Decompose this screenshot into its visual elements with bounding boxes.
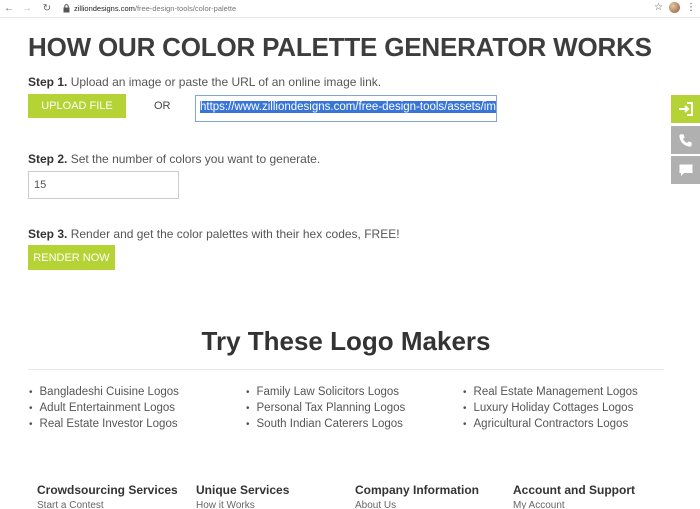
step1-instruction: Step 1. Upload an image or paste the URL… [28,75,381,89]
logo-list-column-1: Bangladeshi Cuisine Logos Adult Entertai… [29,384,179,432]
browser-toolbar: ← → ↻ zilliondesigns.com/free-design-too… [0,0,700,18]
step2-text: Set the number of colors you want to gen… [70,152,321,166]
url-path: /free-design-tools/color-palette [134,4,237,13]
upload-file-button[interactable]: UPLOAD FILE [28,94,126,118]
star-icon[interactable]: ☆ [654,2,663,13]
footer-link[interactable]: My Account [513,500,635,509]
logo-link[interactable]: Family Law Solicitors Logos [246,384,405,400]
logo-link[interactable]: Agricultural Contractors Logos [463,416,638,432]
forward-arrow-icon[interactable]: → [20,2,34,16]
logo-link[interactable]: Real Estate Investor Logos [29,416,179,432]
footer-column-unique-services: Unique Services How it Works [196,483,289,509]
footer-column-company: Company Information About Us [355,483,479,509]
color-count-input[interactable]: 15 [28,171,179,199]
footer-column-crowdsourcing: Crowdsourcing Services Start a Contest [37,483,178,509]
divider [28,369,664,370]
render-now-button[interactable]: RENDER NOW [28,245,115,270]
login-icon [678,102,693,116]
step2-instruction: Step 2. Set the number of colors you wan… [28,152,320,166]
side-phone-button[interactable] [671,126,700,154]
step2-label: Step 2. [28,152,68,166]
logo-list-column-3: Real Estate Management Logos Luxury Holi… [463,384,638,432]
address-bar[interactable]: zilliondesigns.com/free-design-tools/col… [74,4,236,13]
footer-link[interactable]: Start a Contest [37,500,178,509]
side-chat-button[interactable] [671,156,700,184]
back-arrow-icon[interactable]: ← [2,2,16,16]
more-vertical-icon[interactable]: ⋮ [686,2,696,13]
browser-actions: ☆ ⋮ [654,2,696,13]
logo-link[interactable]: Adult Entertainment Logos [29,400,179,416]
logo-link[interactable]: Real Estate Management Logos [463,384,638,400]
logo-makers-heading: Try These Logo Makers [201,326,491,356]
step3-label: Step 3. [28,227,68,241]
image-url-value: https://www.zilliondesigns.com/free-desi… [200,101,496,113]
page-title: HOW OUR COLOR PALETTE GENERATOR WORKS [28,32,652,62]
footer-heading: Account and Support [513,483,635,497]
logo-link[interactable]: Personal Tax Planning Logos [246,400,406,416]
chat-icon [679,164,692,176]
footer-link[interactable]: How it Works [196,500,289,509]
step3-text: Render and get the color palettes with t… [70,227,400,241]
lock-icon[interactable] [62,4,70,14]
side-login-button[interactable] [671,95,700,123]
step1-text: Upload an image or paste the URL of an o… [70,75,382,89]
footer-heading: Crowdsourcing Services [37,483,178,497]
step1-label: Step 1. [28,75,68,89]
reload-icon[interactable]: ↻ [40,2,54,16]
step3-instruction: Step 3. Render and get the color palette… [28,227,400,241]
logo-link[interactable]: Luxury Holiday Cottages Logos [463,400,638,416]
url-domain: zilliondesigns.com [74,4,135,13]
footer-heading: Company Information [355,483,480,497]
phone-icon [679,133,692,147]
footer-link[interactable]: About Us [355,500,479,509]
logo-link[interactable]: Bangladeshi Cuisine Logos [29,384,179,400]
footer-heading: Unique Services [196,483,290,497]
logo-link[interactable]: South Indian Caterers Logos [246,416,405,432]
footer-column-account: Account and Support My Account [513,483,635,509]
or-separator: OR [154,100,171,112]
logo-list-column-2: Family Law Solicitors Logos Personal Tax… [246,384,406,432]
profile-avatar[interactable] [669,2,680,13]
image-url-input[interactable]: https://www.zilliondesigns.com/free-desi… [195,95,497,122]
